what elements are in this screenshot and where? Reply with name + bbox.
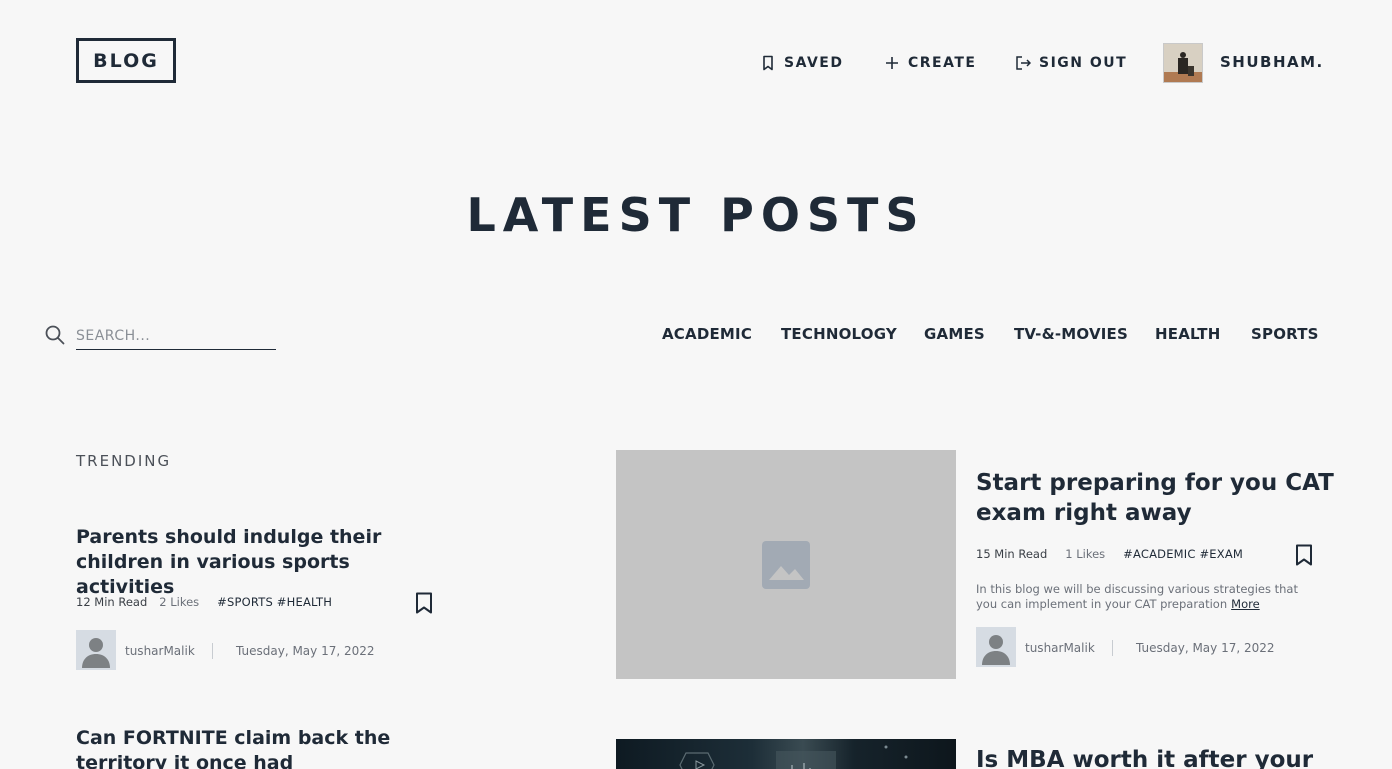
bookmark-icon[interactable] [1295, 544, 1313, 566]
post-excerpt: In this blog we will be discussing vario… [976, 582, 1316, 612]
more-link[interactable]: More [1231, 597, 1260, 611]
author-avatar[interactable] [76, 630, 116, 670]
category-technology[interactable]: TECHNOLOGY [781, 325, 897, 343]
post-tags[interactable]: #ACADEMIC #EXAM [1123, 547, 1243, 561]
post-thumbnail[interactable] [616, 739, 956, 769]
sign-out-button[interactable]: SIGN OUT [1015, 53, 1127, 73]
post-date: Tuesday, May 17, 2022 [1136, 641, 1275, 655]
create-label: CREATE [908, 55, 977, 71]
author-name[interactable]: tusharMalik [125, 644, 195, 658]
search-input[interactable] [76, 322, 276, 350]
featured-post-title[interactable]: Start preparing for you CAT exam right a… [976, 468, 1336, 528]
category-health[interactable]: HEALTH [1155, 325, 1220, 343]
likes-count: 1 Likes [1065, 547, 1106, 561]
featured-post-title[interactable]: Is MBA worth it after your [976, 745, 1336, 769]
likes-count: 2 Likes [159, 595, 200, 609]
person-icon [82, 638, 110, 668]
category-tv-movies[interactable]: TV-&-MOVIES [1014, 325, 1128, 343]
username[interactable]: SHUBHAM. [1220, 53, 1324, 71]
trending-post-meta: 12 Min Read 2 Likes #SPORTS #HEALTH [76, 595, 332, 609]
search-icon [45, 325, 65, 345]
post-tags[interactable]: #SPORTS #HEALTH [217, 595, 332, 609]
trending-post-title[interactable]: Can FORTNITE claim back the territory it… [76, 726, 446, 769]
author-avatar[interactable] [976, 627, 1016, 667]
category-games[interactable]: GAMES [924, 325, 985, 343]
meta-divider [1112, 640, 1113, 656]
plus-icon [886, 57, 898, 69]
read-time: 15 Min Read [976, 547, 1048, 561]
bookmark-icon[interactable] [415, 592, 433, 614]
user-photo [1164, 44, 1202, 82]
create-nav-button[interactable]: CREATE [884, 53, 976, 73]
post-thumbnail[interactable] [616, 450, 956, 679]
sign-out-icon [1016, 56, 1031, 70]
post-date: Tuesday, May 17, 2022 [236, 644, 375, 658]
featured-post-meta: 15 Min Read 1 Likes #ACADEMIC #EXAM [976, 547, 1243, 561]
blog-logo[interactable]: BLOG [76, 38, 176, 83]
page-title: LATEST POSTS [466, 188, 926, 242]
bookmark-icon [763, 55, 773, 71]
image-placeholder-icon [762, 540, 810, 589]
trending-label: TRENDING [76, 452, 172, 470]
person-icon [982, 635, 1010, 665]
saved-label: SAVED [784, 55, 844, 71]
sign-out-label: SIGN OUT [1039, 55, 1128, 71]
category-academic[interactable]: ACADEMIC [662, 325, 752, 343]
user-avatar[interactable] [1163, 43, 1203, 83]
meta-divider [212, 643, 213, 659]
category-sports[interactable]: SPORTS [1251, 325, 1319, 343]
author-name[interactable]: tusharMalik [1025, 641, 1095, 655]
post-image [679, 745, 908, 769]
trending-post-title[interactable]: Parents should indulge their children in… [76, 525, 446, 600]
read-time: 12 Min Read [76, 595, 148, 609]
saved-nav-button[interactable]: SAVED [760, 53, 844, 73]
